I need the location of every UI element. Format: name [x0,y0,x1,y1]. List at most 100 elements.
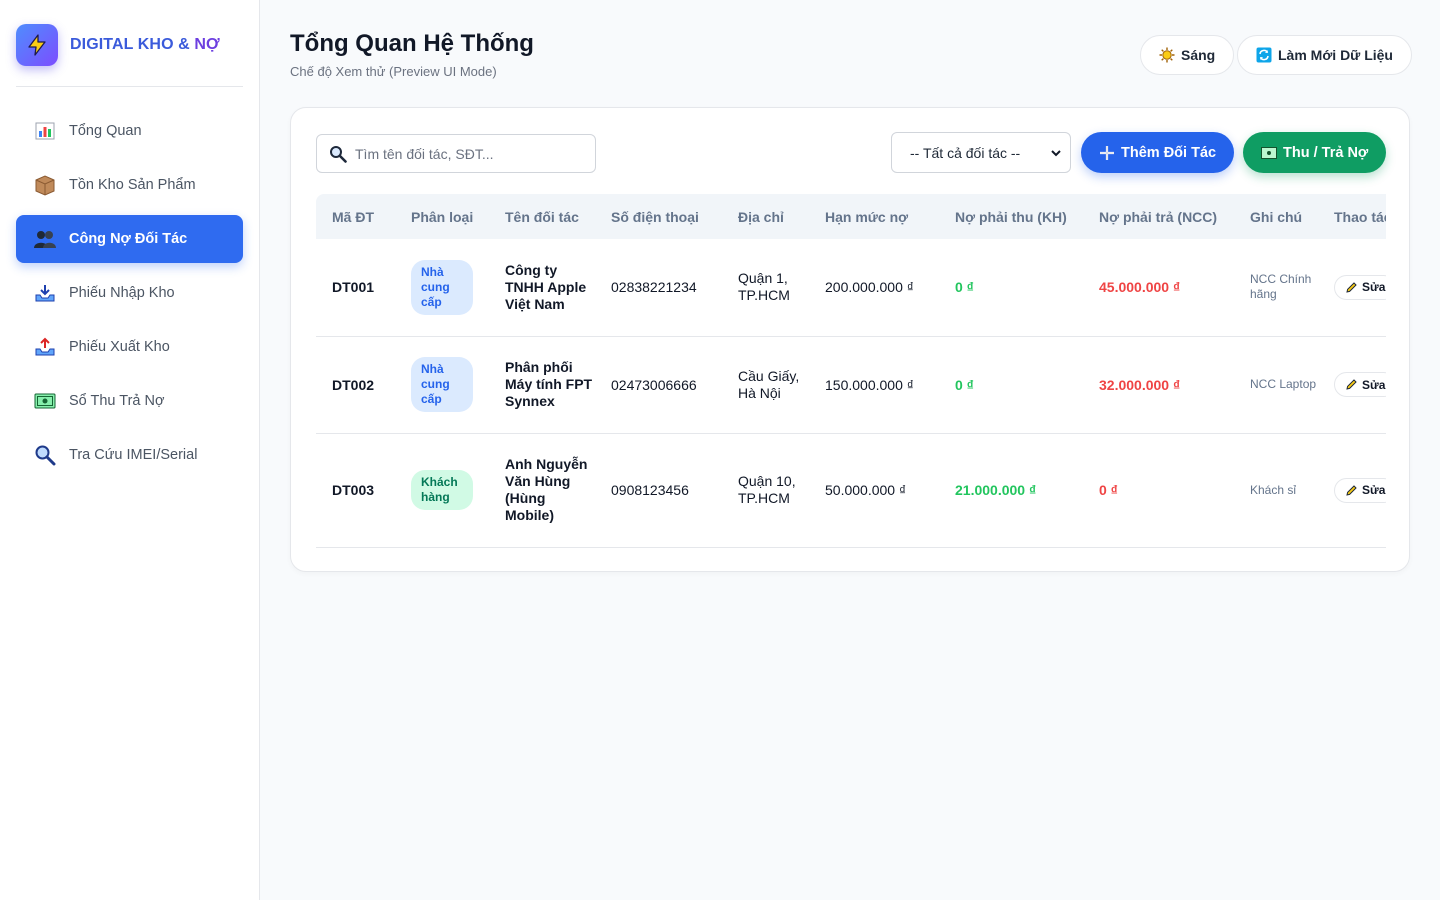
partner-name: Công ty TNHH Apple Việt Nam [489,239,595,337]
column-header: Địa chỉ [738,208,784,225]
partner-code: DT003 [316,433,395,548]
pencil-icon [1345,484,1358,497]
sidebar-item-debt-ledger[interactable]: Sổ Thu Trả Nợ [16,377,243,425]
column-header: Nợ phải thu (KH) [955,208,1067,225]
partner-table-container[interactable]: Mã ĐT Phân loại Tên đối tác Số điện thoạ… [316,194,1386,548]
partner-code: DT001 [316,239,395,337]
refresh-icon [1256,47,1272,63]
partner-address: Cầu Giấy, Hà Nội [722,336,809,434]
partner-phone: 02838221234 [595,239,722,337]
cash-icon [1261,146,1277,159]
partner-phone: 0908123456 [595,433,722,548]
partner-debt-card: -- Tất cả đối tác -- Thêm Đối Tác Thu / … [290,107,1410,572]
partner-filter-value: -- Tất cả đối tác -- [910,144,1021,161]
partner-type-badge: Khách hàng [411,470,473,510]
table-row: DT001 Nhà cung cấp Công ty TNHH Apple Vi… [316,239,1386,337]
receivable-amount: 21.000.000 ₫ [939,433,1083,548]
partner-note: NCC Laptop [1234,336,1318,434]
column-header: Hạn mức nợ [825,208,909,225]
receivable-amount: 0 ₫ [939,336,1083,434]
bar-chart-icon [34,120,56,142]
sidebar-item-partner-debt[interactable]: Công Nợ Đối Tác [16,215,243,263]
users-icon [34,228,56,250]
receivable-amount: 0 ₫ [939,239,1083,337]
collect-pay-debt-label: Thu / Trả Nợ [1283,144,1369,161]
inbox-tray-icon [34,282,56,304]
sidebar-item-overview[interactable]: Tổng Quan [16,107,243,155]
theme-toggle-button[interactable]: Sáng [1140,35,1235,75]
edit-partner-button[interactable]: Sửa [1334,477,1386,503]
partner-name: Anh Nguyễn Văn Hùng (Hùng Mobile) [489,433,595,548]
column-header: Số điện thoại [611,208,699,225]
sidebar-item-label: Tra Cứu IMEI/Serial [69,447,198,463]
column-header: Thao tác [1334,208,1386,225]
sidebar-item-label: Công Nợ Đối Tác [69,231,188,247]
column-header: Mã ĐT [332,208,374,225]
edit-label: Sửa [1362,377,1386,392]
sidebar-item-inventory[interactable]: Tồn Kho Sản Phẩm [16,161,243,209]
edit-label: Sửa [1362,280,1386,295]
add-partner-button[interactable]: Thêm Đối Tác [1081,132,1235,173]
sidebar-item-label: Tổng Quan [69,123,142,139]
sidebar-item-stock-out[interactable]: Phiếu Xuất Kho [16,323,243,371]
brand-title: DIGITAL KHO & NỢ [70,36,220,53]
search-box[interactable] [316,134,596,173]
lightning-icon [16,24,58,66]
edit-label: Sửa [1362,483,1386,497]
outbox-tray-icon [34,336,56,358]
partner-type-badge: Nhà cung cấp [411,357,473,412]
partner-type-badge: Nhà cung cấp [411,259,473,315]
cash-icon [34,390,56,412]
refresh-data-button[interactable]: Làm Mới Dữ Liệu [1237,35,1412,75]
table-header-row: Mã ĐT Phân loại Tên đối tác Số điện thoạ… [316,194,1386,239]
table-row: DT003 Khách hàng Anh Nguyễn Văn Hùng (Hù… [316,433,1386,548]
sidebar-item-imei-lookup[interactable]: Tra Cứu IMEI/Serial [16,431,243,479]
sidebar: DIGITAL KHO & NỢ Tổng Quan Tồn Kho Sản P… [0,0,260,900]
collect-pay-debt-button[interactable]: Thu / Trả Nợ [1243,132,1387,173]
sidebar-divider [16,86,243,87]
pencil-icon [1345,378,1358,391]
partner-filter-select[interactable]: -- Tất cả đối tác -- [891,132,1071,173]
debt-limit: 200.000.000 ₫ [809,239,939,337]
partner-note: Khách sỉ [1234,433,1318,548]
partner-address: Quận 1, TP.HCM [722,239,809,337]
sidebar-nav: Tổng Quan Tồn Kho Sản Phẩm Công Nợ Đối T… [16,107,243,485]
edit-partner-button[interactable]: Sửa [1334,274,1386,300]
table-row: DT002 Nhà cung cấp Phân phối Máy tính FP… [316,336,1386,434]
partner-name: Phân phối Máy tính FPT Synnex [489,336,595,434]
payable-amount: 32.000.000 ₫ [1083,336,1234,434]
partner-note: NCC Chính hãng [1234,239,1318,337]
debt-limit: 50.000.000 ₫ [809,433,939,548]
plus-icon [1099,145,1115,161]
payable-amount: 0 ₫ [1083,433,1234,548]
sidebar-item-label: Sổ Thu Trả Nợ [69,393,165,409]
sidebar-item-label: Phiếu Nhập Kho [69,285,175,301]
search-input[interactable] [355,145,575,162]
page-title: Tổng Quan Hệ Thống [290,30,534,57]
payable-amount: 45.000.000 ₫ [1083,239,1234,337]
partner-phone: 02473006666 [595,336,722,434]
sidebar-item-label: Phiếu Xuất Kho [69,339,170,355]
refresh-data-label: Làm Mới Dữ Liệu [1278,47,1393,63]
theme-toggle-label: Sáng [1181,47,1216,63]
partner-code: DT002 [316,336,395,434]
edit-partner-button[interactable]: Sửa [1334,372,1386,397]
add-partner-label: Thêm Đối Tác [1121,144,1217,161]
chevron-down-icon [1050,146,1062,162]
debt-limit: 150.000.000 ₫ [809,336,939,434]
search-icon [329,145,347,163]
brand[interactable]: DIGITAL KHO & NỢ [16,24,220,66]
sun-icon [1159,47,1175,63]
column-header: Phân loại [411,208,474,225]
page-subtitle: Chế độ Xem thử (Preview UI Mode) [290,64,497,79]
partner-address: Quận 10, TP.HCM [722,433,809,548]
box-icon [34,174,56,196]
sidebar-item-label: Tồn Kho Sản Phẩm [69,177,196,193]
column-header: Nợ phải trả (NCC) [1099,208,1218,225]
column-header: Tên đối tác [505,208,579,225]
pencil-icon [1345,281,1358,294]
search-icon [34,444,56,466]
column-header: Ghi chú [1250,208,1303,225]
partner-table: Mã ĐT Phân loại Tên đối tác Số điện thoạ… [316,194,1386,548]
sidebar-item-stock-in[interactable]: Phiếu Nhập Kho [16,269,243,317]
